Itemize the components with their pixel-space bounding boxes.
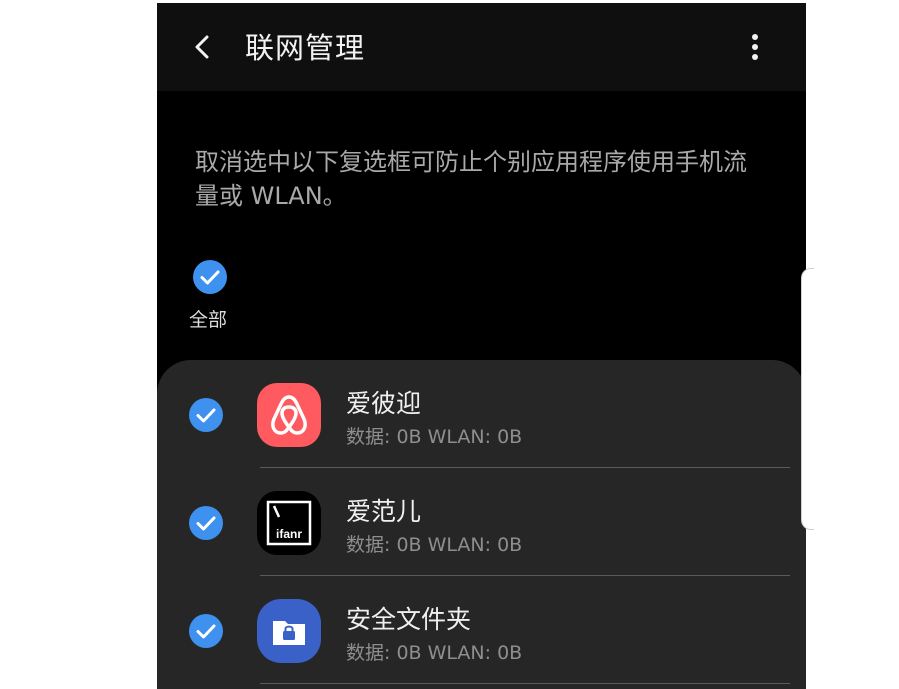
list-item[interactable]: 安全文件夹 数据: 0B WLAN: 0B (157, 576, 806, 684)
check-circle-icon (189, 506, 223, 540)
ifanr-icon-text: ifanr (276, 527, 302, 541)
app-checkbox[interactable] (189, 614, 223, 648)
app-name: 爱彼迎 (346, 389, 422, 418)
app-usage: 数据: 0B WLAN: 0B (346, 642, 523, 664)
check-circle-icon (189, 398, 223, 432)
select-all-label: 全部 (189, 309, 228, 331)
list-item[interactable]: 爱彼迎 数据: 0B WLAN: 0B (157, 360, 806, 468)
more-options-button[interactable] (743, 29, 767, 65)
secure-folder-icon (257, 599, 321, 663)
phone-screen: 联网管理 取消选中以下复选框可防止个别应用程序使用手机流量或 WLAN。 全部 (157, 3, 806, 689)
app-bar: 联网管理 (157, 3, 806, 91)
app-name: 爱范儿 (346, 497, 422, 526)
app-usage: 数据: 0B WLAN: 0B (346, 426, 523, 448)
ifanr-icon: ifanr (257, 491, 321, 555)
page-title: 联网管理 (245, 31, 366, 65)
check-circle-icon (193, 260, 227, 294)
chevron-left-icon (195, 35, 209, 59)
app-checkbox[interactable] (189, 398, 223, 432)
app-list: 爱彼迎 数据: 0B WLAN: 0B ifanr 爱范儿 数据: 0B WLA… (157, 360, 806, 689)
more-vertical-icon (752, 34, 758, 60)
app-name: 安全文件夹 (346, 605, 472, 634)
description-text: 取消选中以下复选框可防止个别应用程序使用手机流量或 WLAN。 (195, 148, 747, 210)
airbnb-icon (257, 383, 321, 447)
select-all-checkbox[interactable] (193, 260, 227, 294)
list-item[interactable]: ifanr 爱范儿 数据: 0B WLAN: 0B (157, 468, 806, 576)
divider (260, 683, 790, 684)
edge-panel-handle[interactable] (801, 268, 814, 530)
app-usage: 数据: 0B WLAN: 0B (346, 534, 523, 556)
back-button[interactable] (185, 27, 225, 67)
app-checkbox[interactable] (189, 506, 223, 540)
check-circle-icon (189, 614, 223, 648)
